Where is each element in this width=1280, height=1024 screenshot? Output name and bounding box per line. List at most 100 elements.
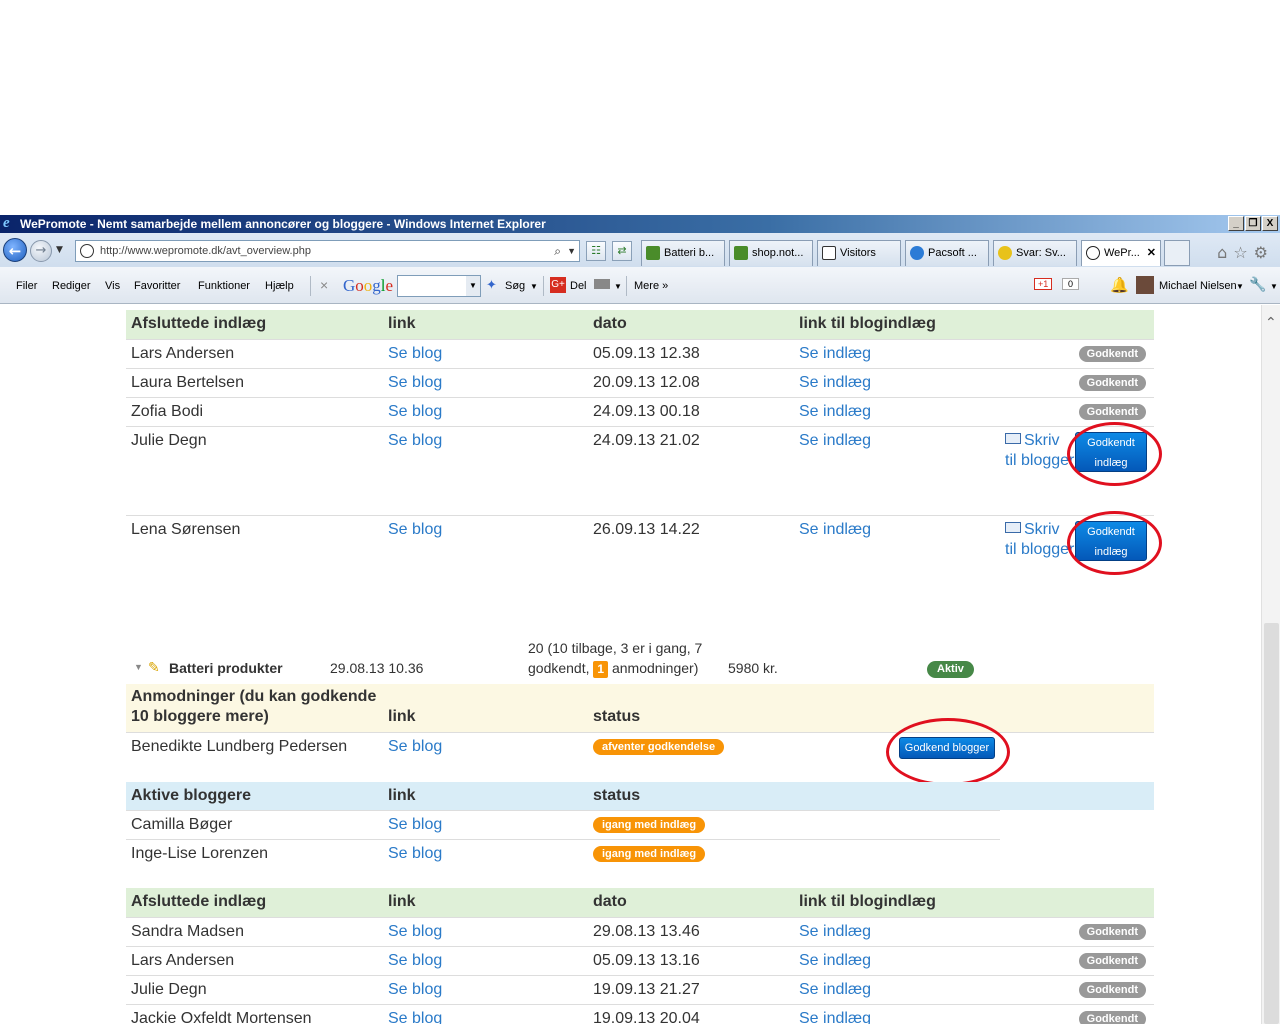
table-row: Lena Sørensen Se blog 26.09.13 14.22 Se …	[126, 511, 1162, 604]
see-blog-link[interactable]: Se blog	[388, 345, 442, 363]
tab-favicon-icon	[1086, 246, 1100, 260]
gplus-one-button[interactable]: +1	[1034, 278, 1053, 290]
campaign-row: ▼ ✎ Batteri produkter 29.08.13 10.36 20 …	[126, 638, 1154, 684]
ie-logo-icon: e	[3, 215, 10, 231]
write-to-blogger-link[interactable]: Skriv til blogger	[1005, 520, 1075, 560]
tab-shop[interactable]: shop.not...	[729, 240, 813, 266]
address-dropdown-icon[interactable]: ▼	[567, 241, 576, 261]
home-favorites-tools-icons[interactable]: ⌂☆⚙	[1217, 243, 1274, 262]
refresh-icon[interactable]: ⇄	[612, 241, 632, 261]
vertical-scrollbar[interactable]: ⌃	[1261, 305, 1280, 1024]
campaign-stats-line1: 20 (10 tilbage, 3 er i gang, 7	[528, 640, 703, 656]
highlight-circle	[886, 718, 1010, 786]
dropdown-icon[interactable]: ▼	[1236, 282, 1244, 291]
ie-page-icon	[910, 246, 924, 260]
see-blog-link[interactable]: Se blog	[388, 521, 442, 539]
bookmark-icon[interactable]	[594, 279, 610, 289]
new-tab-button[interactable]	[1164, 240, 1190, 266]
campaign-name[interactable]: Batteri produkter	[169, 660, 283, 676]
tab-wepromote[interactable]: WePr... ✕	[1081, 240, 1161, 266]
dropdown-icon[interactable]: ▼	[530, 282, 538, 291]
see-blog-link[interactable]: Se blog	[388, 816, 442, 834]
pencil-icon[interactable]: ✎	[148, 659, 160, 676]
gplus-count: 0	[1062, 278, 1080, 290]
table-header: Anmodninger (du kan godkende 10 bloggere…	[126, 684, 1154, 732]
compatibility-view-icon[interactable]: ☷	[586, 241, 606, 261]
tab-batteri[interactable]: Batteri b...	[641, 240, 725, 266]
share-button[interactable]: Del	[570, 280, 587, 292]
status-badge: Aktiv	[927, 661, 974, 678]
scroll-thumb[interactable]	[1264, 623, 1279, 1024]
campaign-price: 5980 kr.	[728, 660, 778, 676]
address-bar[interactable]: http://www.wepromote.dk/avt_overview.php…	[75, 240, 580, 262]
google-plus-icon[interactable]: G+	[550, 277, 566, 293]
menu-vis[interactable]: Vis	[105, 280, 120, 292]
menu-filer[interactable]: Filer	[16, 280, 37, 292]
title-bar: e WePromote - Nemt samarbejde mellem ann…	[0, 215, 1280, 233]
menu-hjaelp[interactable]: Hjælp	[265, 280, 294, 292]
close-button[interactable]: X	[1262, 216, 1278, 231]
see-post-link[interactable]: Se indlæg	[799, 923, 871, 941]
menu-funktioner[interactable]: Funktioner	[198, 280, 250, 292]
see-blog-link[interactable]: Se blog	[388, 981, 442, 999]
write-to-blogger-link[interactable]: Skriv til blogger	[1005, 431, 1075, 471]
status-badge: afventer godkendelse	[593, 739, 725, 755]
tab-pacsoft[interactable]: Pacsoft ...	[905, 240, 989, 266]
dropdown-icon[interactable]: ▼	[614, 282, 622, 291]
maximize-button[interactable]: ❐	[1245, 216, 1261, 231]
notification-bell-icon[interactable]: 🔔	[1110, 276, 1129, 294]
see-post-link[interactable]: Se indlæg	[799, 521, 871, 539]
google-search-input[interactable]: ▼	[397, 275, 481, 297]
see-post-link[interactable]: Se indlæg	[799, 374, 871, 392]
more-button[interactable]: Mere »	[634, 280, 668, 292]
lightbulb-icon	[998, 246, 1012, 260]
see-post-link[interactable]: Se indlæg	[799, 345, 871, 363]
see-blog-link[interactable]: Se blog	[388, 1010, 442, 1024]
table-row: Camilla Bøger Se blog igang med indlæg	[126, 810, 1000, 839]
see-blog-link[interactable]: Se blog	[388, 403, 442, 421]
google-search-icon[interactable]: ✦	[486, 277, 497, 293]
table-row: Zofia Bodi Se blog 24.09.13 00.18 Se ind…	[126, 397, 1154, 426]
see-blog-link[interactable]: Se blog	[388, 952, 442, 970]
see-blog-link[interactable]: Se blog	[388, 845, 442, 863]
scroll-up-icon[interactable]: ⌃	[1265, 315, 1277, 331]
see-post-link[interactable]: Se indlæg	[799, 1010, 871, 1024]
expand-arrow-icon[interactable]: ▼	[134, 662, 143, 672]
search-button[interactable]: Søg	[505, 280, 525, 292]
avatar[interactable]	[1136, 276, 1154, 294]
table-row: Julie Degn Se blog 19.09.13 21.27 Se ind…	[126, 975, 1154, 1004]
status-badge: Godkendt	[1078, 982, 1146, 998]
minimize-button[interactable]: _	[1228, 216, 1244, 231]
see-blog-link[interactable]: Se blog	[388, 432, 442, 450]
separator	[626, 276, 627, 296]
see-blog-link[interactable]: Se blog	[388, 923, 442, 941]
table-row: Laura Bertelsen Se blog 20.09.13 12.08 S…	[126, 368, 1154, 397]
search-icon[interactable]: ⌕	[554, 241, 561, 261]
table-row: Lars Andersen Se blog 05.09.13 12.38 Se …	[126, 339, 1154, 368]
wrench-icon[interactable]: 🔧	[1249, 276, 1266, 293]
close-toolbar-icon[interactable]: ×	[320, 277, 328, 293]
see-post-link[interactable]: Se indlæg	[799, 432, 871, 450]
close-tab-icon[interactable]: ✕	[1147, 241, 1156, 265]
see-post-link[interactable]: Se indlæg	[799, 981, 871, 999]
tab-favicon-icon	[646, 246, 660, 260]
status-badge: Godkendt	[1078, 924, 1146, 940]
menu-favoritter[interactable]: Favoritter	[134, 280, 180, 292]
see-post-link[interactable]: Se indlæg	[799, 952, 871, 970]
dropdown-icon[interactable]: ▼	[466, 276, 480, 296]
forward-button[interactable]: →	[30, 240, 52, 262]
status-badge: igang med indlæg	[593, 846, 706, 862]
history-dropdown-icon[interactable]: ▼	[56, 245, 63, 255]
back-button[interactable]: ←	[3, 238, 27, 262]
highlight-circle	[1067, 511, 1162, 575]
tab-visitors[interactable]: Visitors	[817, 240, 901, 266]
see-blog-link[interactable]: Se blog	[388, 738, 442, 756]
see-post-link[interactable]: Se indlæg	[799, 403, 871, 421]
address-text: http://www.wepromote.dk/avt_overview.php	[100, 245, 311, 257]
see-blog-link[interactable]: Se blog	[388, 374, 442, 392]
tab-svar[interactable]: Svar: Sv...	[993, 240, 1077, 266]
table-row: Sandra Madsen Se blog 29.08.13 13.46 Se …	[126, 917, 1154, 946]
menu-rediger[interactable]: Rediger	[52, 280, 91, 292]
user-name[interactable]: Michael Nielsen	[1159, 280, 1237, 292]
dropdown-icon[interactable]: ▼	[1270, 282, 1278, 291]
